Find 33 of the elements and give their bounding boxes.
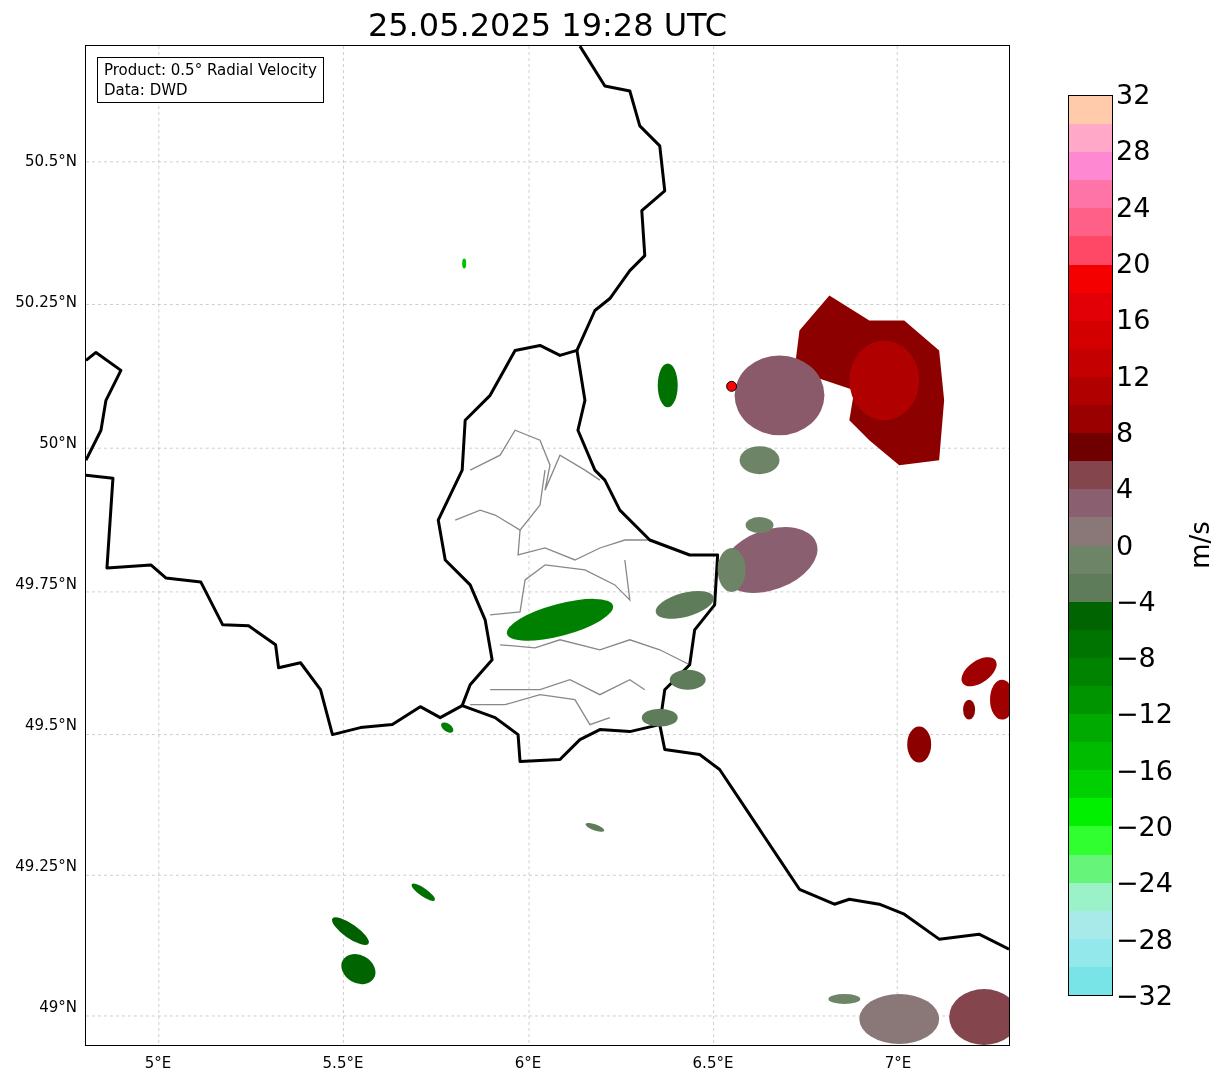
colorbar-tick-label: 28 <box>1116 134 1152 169</box>
colorbar-tick-label: −12 <box>1116 697 1173 732</box>
longitude-label: 6°E <box>513 1053 543 1074</box>
latitude-label: 50°N <box>39 433 78 454</box>
longitude-label: 5.5°E <box>321 1053 365 1074</box>
latitude-label: 50.5°N <box>24 151 78 172</box>
info-text: Product: 0.5° Radial Velocity <box>104 60 317 80</box>
latitude-label: 50.25°N <box>15 292 78 313</box>
latitude-label: 49°N <box>39 997 78 1018</box>
colorbar-tick-label: −4 <box>1116 584 1157 619</box>
colorbar-tick-label: 20 <box>1116 246 1152 281</box>
colorbar-tick-label: 0 <box>1116 528 1135 563</box>
colorbar-tick-label: 8 <box>1116 415 1135 450</box>
latitude-label: 49.75°N <box>15 574 78 595</box>
colorbar-tick-label: −24 <box>1116 866 1173 901</box>
colorbar-tick-label: −20 <box>1116 810 1173 845</box>
colorbar-tick-label: −32 <box>1116 979 1173 1013</box>
chart-title: 25.05.2025 19:28 UTC <box>366 5 729 46</box>
colorbar-tick-label: 4 <box>1116 472 1135 507</box>
latitude-label: 49.25°N <box>15 856 78 877</box>
colorbar-label: m/s <box>1185 520 1215 571</box>
colorbar-tick-label: 32 <box>1116 78 1152 112</box>
colorbar-tick-label: 16 <box>1116 303 1152 338</box>
colorbar-tick-label: 24 <box>1116 190 1152 225</box>
colorbar-tick-label: −16 <box>1116 753 1173 788</box>
latitude-label: 49.5°N <box>24 715 78 736</box>
longitude-label: 6.5°E <box>691 1053 735 1074</box>
colorbar-tick-label: −8 <box>1116 641 1157 676</box>
colorbar-tick-label: −28 <box>1116 922 1173 957</box>
info-text: Data: DWD <box>104 80 189 100</box>
colorbar-tick-label: 12 <box>1116 359 1152 394</box>
longitude-label: 5°E <box>143 1053 173 1074</box>
longitude-label: 7°E <box>883 1053 913 1074</box>
